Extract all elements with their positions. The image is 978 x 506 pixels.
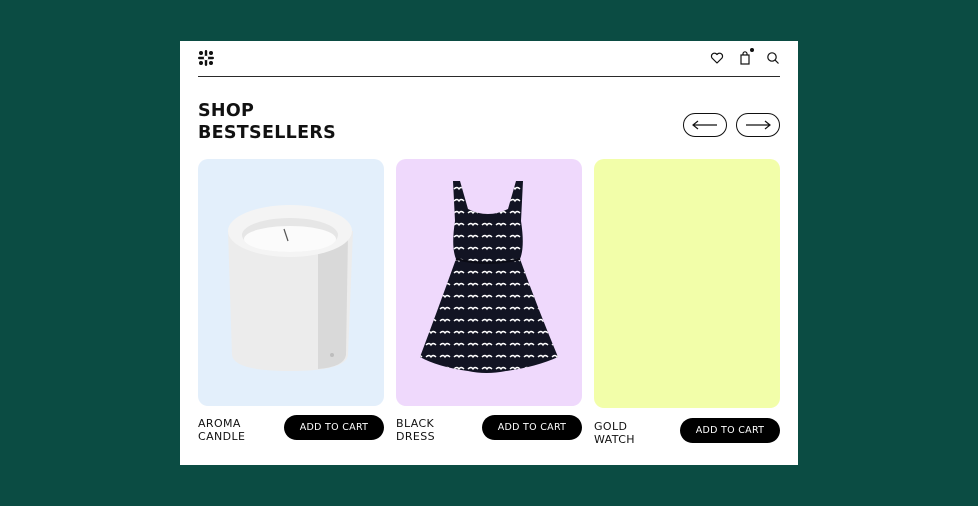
product-card-black-dress[interactable]: BLACK DRESS ADD TO CART: [396, 159, 582, 455]
product-name: BLACK DRESS: [396, 417, 476, 443]
shop-window: SHOP BESTSELLERS AROMA CANDLE ADD TO CAR…: [180, 41, 798, 465]
product-image-dress[interactable]: [396, 159, 582, 406]
product-name-line2: WATCH: [594, 433, 635, 446]
product-name: AROMA CANDLE: [198, 417, 278, 443]
section-title: SHOP BESTSELLERS: [198, 100, 336, 144]
product-card-gold-watch[interactable]: GOLD WATCH ADD TO CART: [594, 159, 780, 457]
product-name-line1: GOLD: [594, 420, 628, 433]
product-meta: BLACK DRESS ADD TO CART: [396, 415, 582, 455]
section-title-line2: BESTSELLERS: [198, 123, 337, 143]
product-meta: GOLD WATCH ADD TO CART: [594, 417, 780, 457]
product-image-candle[interactable]: [198, 159, 384, 406]
product-name-line1: AROMA: [198, 417, 241, 430]
add-to-cart-button[interactable]: ADD TO CART: [284, 415, 384, 440]
product-name-line2: CANDLE: [198, 430, 246, 443]
product-name: GOLD WATCH: [594, 420, 674, 446]
product-image-watch[interactable]: [594, 159, 780, 408]
product-name-line1: BLACK: [396, 417, 435, 430]
add-to-cart-button[interactable]: ADD TO CART: [482, 415, 582, 440]
prev-button[interactable]: [683, 113, 727, 137]
product-card-aroma-candle[interactable]: AROMA CANDLE ADD TO CART: [198, 159, 384, 455]
search-icon[interactable]: [766, 51, 780, 65]
arrow-right-icon: [746, 120, 771, 130]
candle-illustration: [228, 205, 353, 371]
carousel-controls: [683, 113, 780, 137]
top-bar: [198, 41, 780, 77]
arrow-left-icon: [692, 120, 717, 130]
heart-icon[interactable]: [710, 51, 724, 65]
product-meta: AROMA CANDLE ADD TO CART: [198, 415, 384, 455]
cart-notification-dot: [750, 48, 754, 52]
product-name-line2: DRESS: [396, 430, 436, 443]
section-title-line1: SHOP: [198, 101, 255, 121]
flower-logo-icon[interactable]: [198, 50, 214, 66]
add-to-cart-button[interactable]: ADD TO CART: [680, 418, 780, 443]
shopping-bag-icon[interactable]: [738, 48, 754, 65]
dress-illustration: [420, 181, 558, 373]
next-button[interactable]: [736, 113, 780, 137]
